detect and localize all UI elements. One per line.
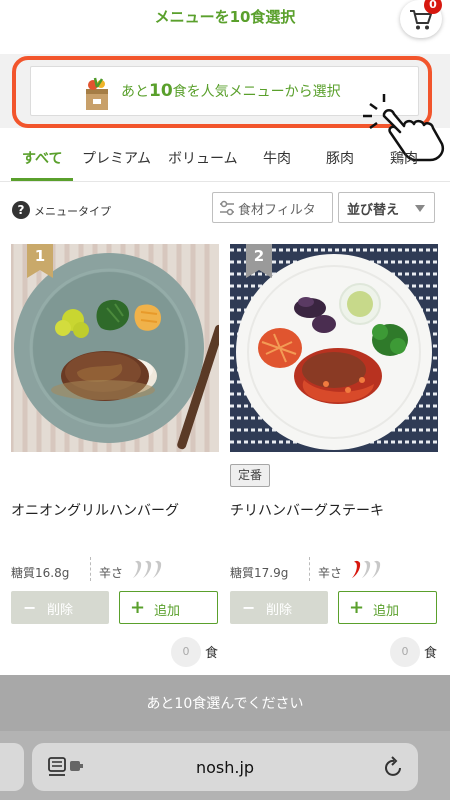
divider xyxy=(90,557,91,581)
tab-premium[interactable]: プレミアム xyxy=(82,148,151,168)
quantity-display: 0 xyxy=(171,637,201,667)
tab-volume[interactable]: ボリューム xyxy=(168,148,238,168)
quantity-unit: 食 xyxy=(424,646,438,661)
previous-tab-preview[interactable] xyxy=(0,743,24,791)
tab-all[interactable]: すべて xyxy=(22,148,62,168)
header: メニューを10食選択 0 xyxy=(0,0,450,54)
help-icon: ? xyxy=(12,201,30,219)
spice-label: 辛さ xyxy=(99,566,124,580)
remove-button[interactable]: − 削除 xyxy=(11,591,109,624)
rank-number: 1 xyxy=(34,247,46,265)
remove-button[interactable]: − 削除 xyxy=(230,591,328,624)
product-photo[interactable]: 1 xyxy=(11,244,219,452)
filter-label: 食材フィルタ xyxy=(238,203,316,218)
spice-label: 辛さ xyxy=(318,566,343,580)
spice-level-peppers-icon xyxy=(352,560,381,578)
page-title: メニューを10食選択 xyxy=(154,8,296,26)
product-card: 1 オニオングリルハンバーグ 糖質16.8g 辛さ − 削除 + 追加 0 食 xyxy=(11,244,219,674)
cart-button[interactable]: 0 xyxy=(400,0,442,38)
address-bar[interactable]: nosh.jp xyxy=(32,743,418,791)
sort-select[interactable]: 並び替え xyxy=(338,192,435,223)
product-photo[interactable]: 2 xyxy=(230,244,438,452)
tab-beef[interactable]: 牛肉 xyxy=(263,148,291,168)
spice-level-peppers-icon xyxy=(133,560,162,578)
menu-type-label: メニュータイプ xyxy=(34,205,111,218)
plus-icon: + xyxy=(349,597,365,618)
rank-number: 2 xyxy=(253,247,265,265)
active-tab-indicator xyxy=(11,178,73,181)
browser-toolbar: nosh.jp xyxy=(0,731,450,800)
filter-sliders-icon xyxy=(220,200,234,216)
minus-icon: − xyxy=(23,598,37,617)
quantity-unit: 食 xyxy=(205,646,219,661)
product-name: オニオングリルハンバーグ xyxy=(11,503,179,519)
add-button[interactable]: + 追加 xyxy=(119,591,218,624)
carb-value: 糖質16.8g xyxy=(11,566,70,580)
add-button[interactable]: + 追加 xyxy=(338,591,437,624)
sort-label: 並び替え xyxy=(347,203,400,218)
cart-count-badge: 0 xyxy=(424,0,442,14)
tab-chicken[interactable]: 鶏肉 xyxy=(390,148,418,168)
category-tabs: すべて プレミアム ボリューム 牛肉 豚肉 鶏肉 xyxy=(0,140,450,182)
minus-icon: − xyxy=(242,598,256,617)
divider xyxy=(309,557,310,581)
product-name: チリハンバーグステーキ xyxy=(230,503,384,519)
reload-icon[interactable] xyxy=(384,756,404,778)
quantity-display: 0 xyxy=(390,637,420,667)
selection-status-bar: あと10食選んでください xyxy=(0,675,450,731)
ingredient-filter-button[interactable]: 食材フィルタ xyxy=(212,192,333,223)
plus-icon: + xyxy=(130,597,146,618)
url-text: nosh.jp xyxy=(195,758,255,777)
tab-pork[interactable]: 豚肉 xyxy=(326,148,354,168)
chevron-down-icon xyxy=(415,205,425,212)
selection-status-text: あと10食選んでください xyxy=(146,696,304,712)
status-badge: 定番 xyxy=(230,464,271,487)
carb-value: 糖質17.9g xyxy=(230,566,289,580)
product-card: 2 定番 チリハンバーグステーキ 糖質17.9g 辛さ − 削除 + 追加 0 … xyxy=(230,244,438,674)
